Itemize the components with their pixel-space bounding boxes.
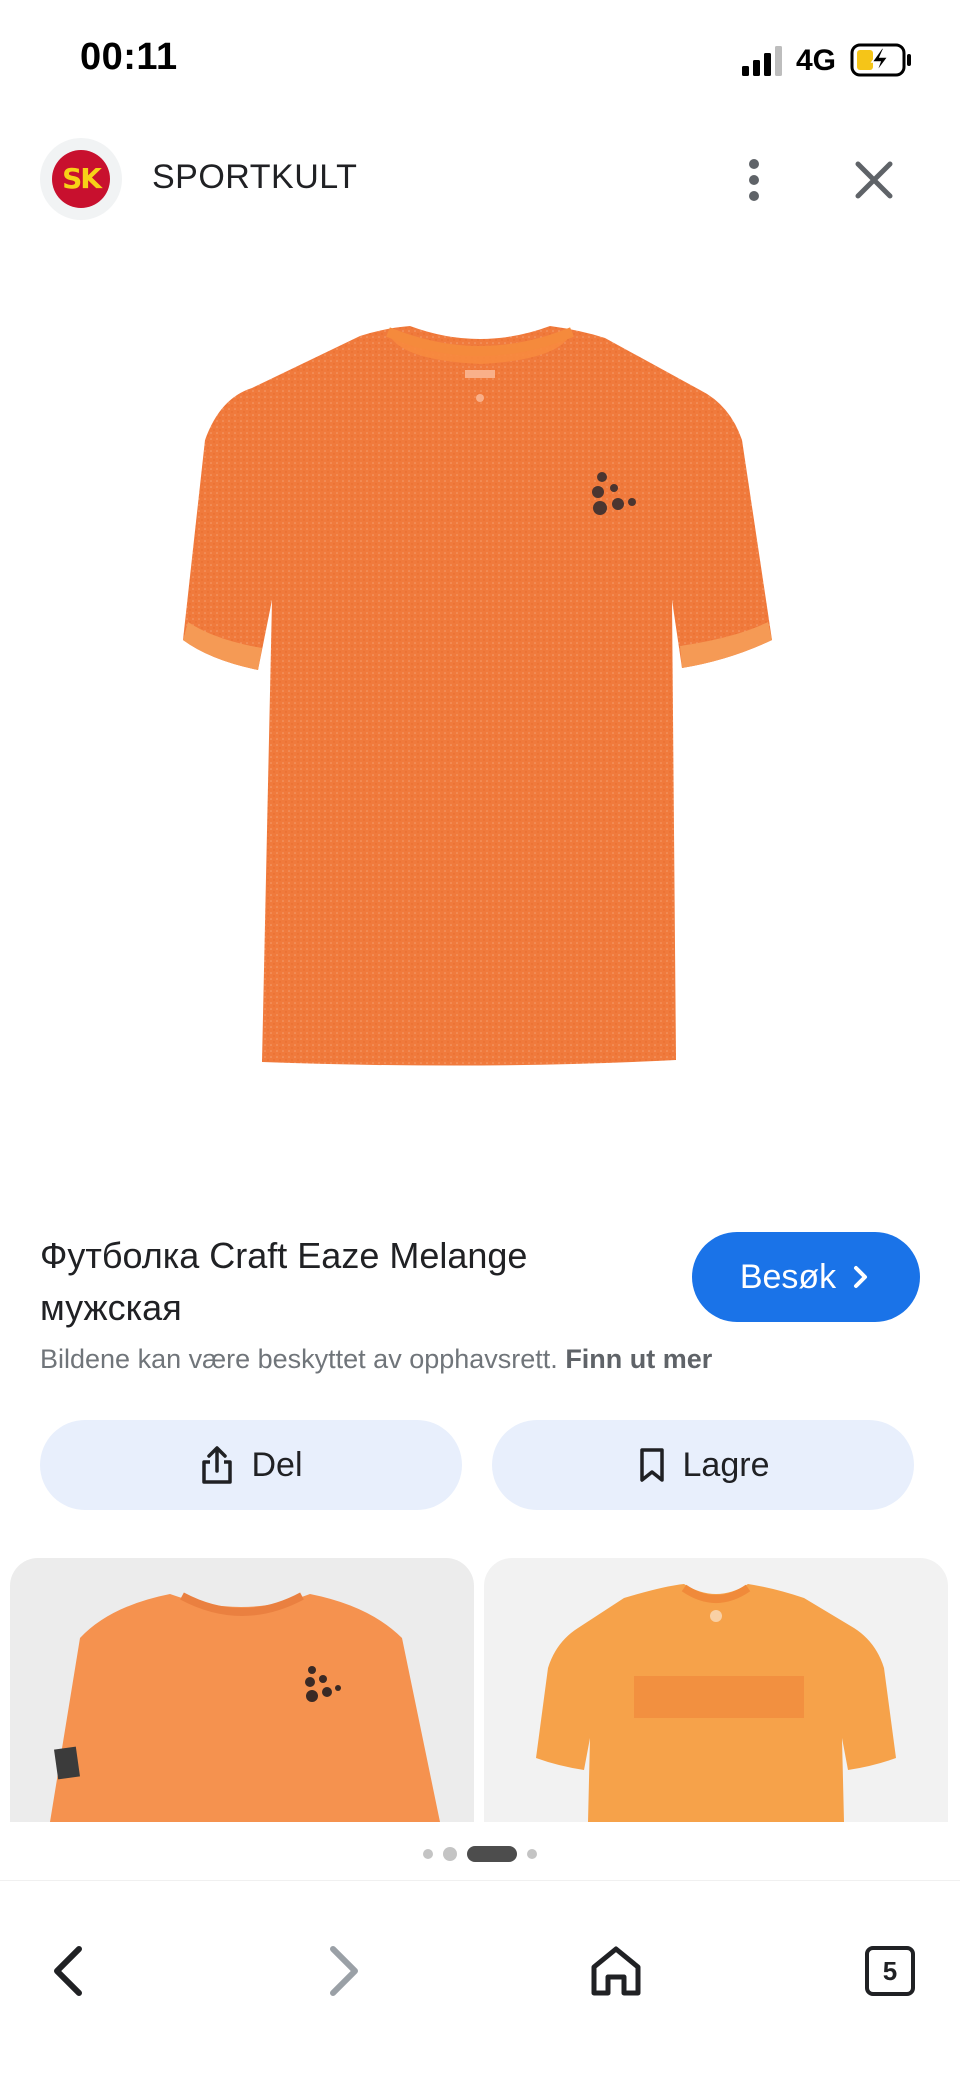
pager-dot <box>423 1849 433 1859</box>
learn-more-link[interactable]: Finn ut mer <box>565 1344 712 1374</box>
more-vertical-icon <box>749 159 759 201</box>
related-image-2[interactable] <box>484 1558 948 1822</box>
visit-button-label: Besøk <box>739 1257 837 1296</box>
share-icon <box>202 1446 233 1484</box>
site-logo[interactable]: SK <box>40 138 122 220</box>
tabs-button[interactable]: 5 <box>850 1931 930 2011</box>
copyright-notice: Bildene kan være beskyttet av opphavsret… <box>40 1344 712 1375</box>
bottom-navigation: 5 <box>0 1880 960 2079</box>
visit-button[interactable]: Besøk <box>692 1232 920 1322</box>
orange-t-shirt-thumbnail <box>536 1584 896 1822</box>
battery-charging-icon <box>850 42 914 83</box>
orange-t-shirt-thumbnail <box>50 1592 440 1822</box>
signal-icon <box>742 46 788 81</box>
close-icon <box>855 161 893 199</box>
close-button[interactable] <box>844 150 904 210</box>
network-type: 4G <box>796 44 837 77</box>
pager-dot <box>527 1849 537 1859</box>
pager-dot-active <box>467 1846 517 1862</box>
forward-button[interactable] <box>302 1931 382 2011</box>
back-icon <box>54 1946 82 1996</box>
share-button[interactable]: Del <box>40 1420 462 1510</box>
orange-t-shirt-image <box>183 326 772 1066</box>
site-name[interactable]: SPORTKULT <box>152 158 357 197</box>
more-options-button[interactable] <box>734 150 774 210</box>
site-logo-text: SK <box>62 162 102 195</box>
pager-dot <box>443 1847 457 1861</box>
bookmark-icon <box>639 1448 664 1482</box>
related-image-1[interactable] <box>10 1558 474 1822</box>
tabs-icon: 5 <box>865 1946 915 1996</box>
pager-dots <box>0 1842 960 1866</box>
back-button[interactable] <box>30 1931 110 2011</box>
home-icon <box>591 1946 641 1996</box>
share-button-label: Del <box>251 1445 303 1484</box>
product-title: Футболка Craft Eaze Melange мужская <box>40 1235 528 1328</box>
status-time: 00:11 <box>80 36 178 78</box>
copyright-text: Bildene kan være beskyttet av opphavsret… <box>40 1344 558 1374</box>
save-button-label: Lagre <box>682 1445 770 1484</box>
tab-count: 5 <box>882 1955 898 1986</box>
chevron-right-icon <box>854 1266 868 1288</box>
main-product-image[interactable] <box>0 240 960 1140</box>
home-button[interactable] <box>576 1931 656 2011</box>
forward-icon <box>330 1946 358 1996</box>
save-button[interactable]: Lagre <box>492 1420 914 1510</box>
